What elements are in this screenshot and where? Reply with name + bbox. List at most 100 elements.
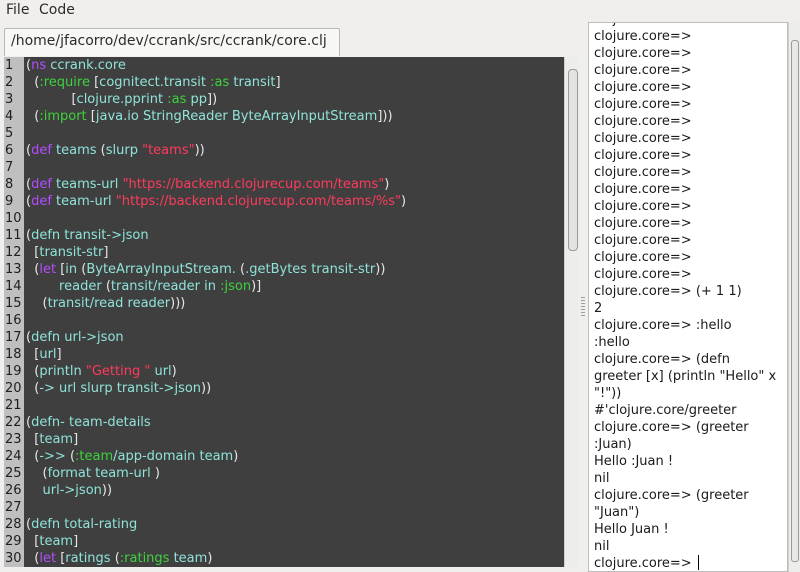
line-number: 23: [5, 432, 22, 447]
code-line[interactable]: (let [in (ByteArrayInputStream. (.getByt…: [26, 261, 564, 278]
code-line[interactable]: reader (transit/reader in :json)]: [26, 278, 564, 295]
code-line[interactable]: (:import [java.io StringReader ByteArray…: [26, 108, 564, 125]
file-tab[interactable]: /home/jfacorro/dev/ccrank/src/ccrank/cor…: [4, 28, 340, 56]
code-line[interactable]: (defn- team-details: [26, 414, 564, 431]
repl-console[interactable]: clojure.core=> clojure.core=> clojure.core…: [588, 22, 788, 572]
code-line[interactable]: (def teams (slurp "teams")): [26, 142, 564, 159]
line-number: 2: [5, 75, 14, 90]
repl-text: clojure.core=>: [594, 148, 692, 163]
repl-scroll-thumb[interactable]: [791, 40, 799, 562]
code-token: teams: [51, 143, 101, 158]
menu-file[interactable]: File: [6, 2, 29, 18]
repl-text: clojure.core=>: [594, 182, 692, 197]
code-line[interactable]: (transit/read reader))): [26, 295, 564, 312]
line-number: 24: [5, 449, 22, 464]
code-line[interactable]: [26, 499, 564, 516]
code-token: ): [384, 177, 390, 192]
line-number: 30: [5, 551, 22, 566]
repl-prompt[interactable]: clojure.core=>: [594, 555, 784, 571]
repl-text: clojure.core=>: [594, 267, 692, 282]
code-line[interactable]: [26, 159, 564, 176]
repl-line: 2: [594, 300, 784, 317]
code-line[interactable]: (defn transit->json: [26, 227, 564, 244]
code-line[interactable]: url->json)): [26, 482, 564, 499]
code-line[interactable]: (ns ccrank.core: [26, 57, 564, 74]
repl-line: clojure.core=>: [594, 113, 784, 130]
repl-line: :hello: [594, 334, 784, 351]
code-line[interactable]: (:require [cognitect.transit :as transit…: [26, 74, 564, 91]
pane-splitter[interactable]: [578, 22, 588, 572]
editor-vertical-scrollbar[interactable]: [564, 57, 579, 567]
code-token: team: [169, 551, 208, 566]
code-token: url: [39, 347, 57, 362]
code-line[interactable]: [clojure.pprint :as pp]): [26, 91, 564, 108]
code-line[interactable]: (def team-url "https://backend.clojurecu…: [26, 193, 564, 210]
repl-line: clojure.core=>: [594, 147, 784, 164]
code-token: clojure.pprint: [76, 92, 168, 107]
repl-text: clojure.core=> (defn: [594, 352, 730, 367]
repl-line: clojure.core=> (defn: [594, 351, 784, 368]
code-line[interactable]: [26, 125, 564, 142]
repl-line: clojure.core=>: [594, 198, 784, 215]
repl-text: clojure.core=>: [594, 556, 696, 571]
line-number: 3: [5, 92, 14, 107]
code-line[interactable]: [team]: [26, 533, 564, 550]
code-token: def: [31, 194, 52, 209]
code-token: )): [194, 143, 205, 158]
repl-text: "!")): [594, 386, 622, 401]
editor-scroll-thumb[interactable]: [568, 69, 578, 251]
code-line[interactable]: [26, 210, 564, 227]
menu-code[interactable]: Code: [39, 2, 75, 18]
code-editor[interactable]: 1 2 3 4 5 6 7 8 9 10 11 12 13 14 15 16 17 18 19 20 21 22 23 24 2…: [4, 57, 564, 567]
splitter-grip[interactable]: [581, 297, 585, 317]
line-number: 12: [5, 245, 22, 260]
code-token: def: [31, 143, 52, 158]
repl-vertical-scrollbar[interactable]: [788, 22, 800, 572]
repl-line: clojure.core=>: [594, 181, 784, 198]
repl-text: greeter [x] (println "Hello" x: [594, 369, 777, 384]
code-line[interactable]: [26, 312, 564, 329]
repl-line: #'clojure.core/greeter: [594, 402, 784, 419]
code-token: let: [39, 551, 57, 566]
repl-text: nil: [594, 471, 610, 486]
repl-text: clojure.core=>: [594, 131, 692, 146]
code-token: let: [39, 262, 57, 277]
code-token: "https://backend.clojurecup.com/teams/%s…: [115, 194, 401, 209]
line-number: 9: [5, 194, 14, 209]
repl-line: nil: [594, 470, 784, 487]
code-token: in: [65, 262, 82, 277]
repl-line: clojure.core=>: [594, 45, 784, 62]
code-token: ]: [275, 75, 281, 90]
code-token: url->json: [26, 483, 102, 498]
file-tab-title: /home/jfacorro/dev/ccrank/src/ccrank/cor…: [11, 33, 327, 49]
code-token: )]: [251, 279, 262, 294]
code-token: :json: [220, 279, 252, 294]
repl-line: greeter [x] (println "Hello" x: [594, 368, 784, 385]
code-line[interactable]: [26, 397, 564, 414]
repl-text: clojure.core=>: [594, 63, 692, 78]
code-token: ])): [377, 109, 393, 124]
code-line[interactable]: (-> url slurp transit->json)): [26, 380, 564, 397]
code-token: )): [101, 483, 113, 498]
code-line[interactable]: (->> (:team/app-domain team): [26, 448, 564, 465]
code-line[interactable]: (println "Getting " url): [26, 363, 564, 380]
line-number: 6: [5, 143, 14, 158]
line-number: 22: [5, 415, 22, 430]
code-line[interactable]: (defn total-rating: [26, 516, 564, 533]
code-line[interactable]: (def teams-url "https://backend.clojurec…: [26, 176, 564, 193]
repl-line: clojure.core=>: [594, 79, 784, 96]
code-line[interactable]: [team]: [26, 431, 564, 448]
code-line[interactable]: [url]: [26, 346, 564, 363]
code-line[interactable]: (format team-url ): [26, 465, 564, 482]
code-line[interactable]: [transit-str]: [26, 244, 564, 261]
code-token: team: [39, 432, 74, 447]
repl-line: clojure.core=>: [594, 232, 784, 249]
repl-text: clojure.core=>: [594, 114, 692, 129]
code-line[interactable]: (let [ratings (:ratings team): [26, 550, 564, 567]
line-number: 14: [5, 279, 22, 294]
code-token: teams-url: [51, 177, 123, 192]
repl-text: :hello: [594, 335, 630, 350]
code-line[interactable]: (defn url->json: [26, 329, 564, 346]
